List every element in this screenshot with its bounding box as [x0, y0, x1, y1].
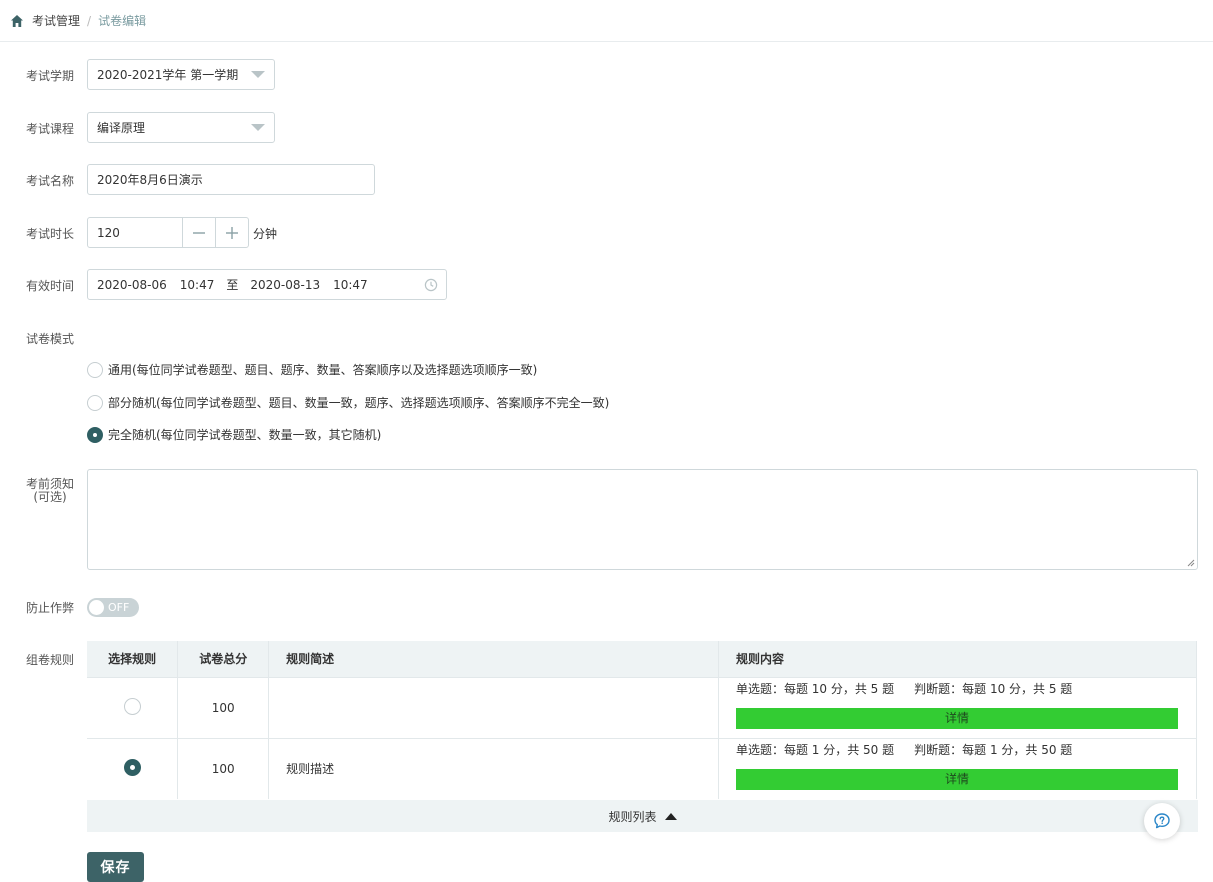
duration-unit: 分钟 — [253, 227, 278, 241]
duration-stepper[interactable]: 120 — [87, 217, 249, 248]
toggle-knob — [89, 600, 104, 615]
chevron-down-icon — [251, 71, 265, 78]
help-button[interactable] — [1144, 803, 1180, 839]
anti-cheat-label: 防止作弊 — [26, 601, 75, 615]
exam-name-value: 2020年8月6日演示 — [97, 173, 203, 187]
rule-content-item: 单选题：每题 1 分，共 50 题 — [735, 742, 895, 757]
mode-option-label: 完全随机(每位同学试卷题型、数量一致，其它随机) — [108, 428, 382, 442]
detail-button[interactable]: 详情 — [735, 707, 1178, 729]
total-cell: 100 — [177, 737, 270, 799]
course-label: 考试课程 — [26, 122, 75, 136]
table-row: 100 规则描述 单选题：每题 1 分，共 50 题 判断题：每题 1 分，共 5… — [87, 737, 1198, 799]
valid-time-label: 有效时间 — [26, 279, 75, 293]
notice-label-optional: (可选) — [33, 490, 67, 504]
chevron-down-icon — [251, 124, 265, 131]
column-header-content: 规则内容 — [718, 641, 1198, 677]
end-date: 2020-08-13 — [250, 277, 321, 292]
term-select[interactable]: 2020-2021学年 第一学期 — [87, 59, 275, 90]
column-header-summary: 规则简述 — [268, 641, 719, 677]
notice-textarea[interactable] — [87, 469, 1198, 570]
anti-cheat-toggle[interactable]: OFF — [87, 598, 139, 617]
toggle-state: OFF — [108, 601, 130, 614]
column-header-total: 试卷总分 — [177, 641, 270, 677]
mode-option-partial-random[interactable]: 部分随机(每位同学试卷题型、题目、数量一致，题序、选择题选项顺序、答案顺序不完全… — [87, 394, 609, 411]
mode-option-full-random[interactable]: 完全随机(每位同学试卷题型、数量一致，其它随机) — [87, 426, 381, 443]
rule-content-item: 判断题：每题 1 分，共 50 题 — [914, 742, 1073, 757]
breadcrumb-paper-edit: 试卷编辑 — [98, 14, 147, 28]
breadcrumb-exam-management[interactable]: 考试管理 — [32, 12, 80, 29]
save-button[interactable]: 保存 — [87, 852, 144, 882]
rule-radio-button-selected[interactable] — [123, 758, 141, 776]
minus-icon — [193, 231, 206, 234]
resize-handle-icon[interactable] — [1187, 559, 1195, 567]
rule-content-item: 单选题：每题 10 分，共 5 题 — [735, 681, 895, 696]
column-header-select: 选择规则 — [87, 641, 179, 677]
duration-label: 考试时长 — [26, 227, 75, 241]
mode-option-label: 部分随机(每位同学试卷题型、题目、数量一致，题序、选择题选项顺序、答案顺序不完全… — [108, 396, 610, 410]
start-date: 2020-08-06 — [97, 277, 167, 292]
radio-button-selected[interactable] — [87, 426, 103, 443]
total-cell: 100 — [177, 676, 270, 738]
mode-option-label: 通用(每位同学试卷题型、题目、题序、数量、答案顺序以及选择题选项顺序一致) — [108, 363, 538, 377]
mode-option-general[interactable]: 通用(每位同学试卷题型、题目、题序、数量、答案顺序以及选择题选项顺序一致) — [87, 361, 537, 378]
table-row: 100 单选题：每题 10 分，共 5 题 判断题：每题 10 分，共 5 题 详… — [87, 676, 1198, 738]
triangle-up-icon — [664, 812, 677, 820]
summary-cell: 规则描述 — [268, 737, 719, 799]
valid-time-range-picker[interactable]: 2020-08-06 10:47 至 2020-08-13 10:47 — [87, 269, 447, 300]
term-value: 2020-2021学年 第一学期 — [97, 68, 239, 82]
duration-value[interactable]: 120 — [88, 226, 182, 240]
table-header-row: 选择规则 试卷总分 规则简述 规则内容 — [87, 641, 1198, 677]
course-value: 编译原理 — [97, 121, 146, 135]
detail-button[interactable]: 详情 — [735, 768, 1178, 790]
course-select[interactable]: 编译原理 — [87, 112, 275, 143]
breadcrumb-separator: / — [87, 13, 92, 28]
end-time: 10:47 — [333, 277, 368, 292]
range-separator: 至 — [226, 278, 239, 292]
rules-label: 组卷规则 — [26, 653, 75, 667]
chat-help-icon — [1154, 813, 1170, 829]
exam-name-input[interactable]: 2020年8月6日演示 — [87, 164, 375, 195]
exam-name-label: 考试名称 — [26, 174, 75, 188]
plus-icon — [226, 226, 239, 239]
decrement-button[interactable] — [182, 218, 215, 247]
rule-list-label: 规则列表 — [608, 809, 657, 824]
radio-button[interactable] — [87, 361, 103, 378]
radio-button[interactable] — [87, 394, 103, 411]
content-cell: 单选题：每题 10 分，共 5 题 判断题：每题 10 分，共 5 题 详情 — [718, 676, 1198, 738]
breadcrumb: 考试管理 / 试卷编辑 — [0, 0, 1213, 42]
start-time: 10:47 — [179, 277, 215, 292]
select-cell — [87, 676, 179, 738]
increment-button[interactable] — [215, 218, 248, 247]
mode-label: 试卷模式 — [26, 332, 75, 346]
content-cell: 单选题：每题 1 分，共 50 题 判断题：每题 1 分，共 50 题 详情 — [718, 737, 1198, 799]
select-cell — [87, 737, 179, 799]
notice-label: 考前须知 (可选) — [26, 478, 74, 504]
summary-cell — [268, 676, 719, 738]
rule-radio-button[interactable] — [123, 697, 141, 715]
rule-content-item: 判断题：每题 10 分，共 5 题 — [914, 681, 1073, 696]
rule-list-toggle[interactable]: 规则列表 — [87, 800, 1198, 832]
clock-icon — [424, 278, 438, 292]
home-icon[interactable] — [10, 14, 24, 28]
term-label: 考试学期 — [26, 69, 75, 83]
rules-table: 选择规则 试卷总分 规则简述 规则内容 100 单选题：每题 10 分，共 5 … — [87, 641, 1198, 799]
